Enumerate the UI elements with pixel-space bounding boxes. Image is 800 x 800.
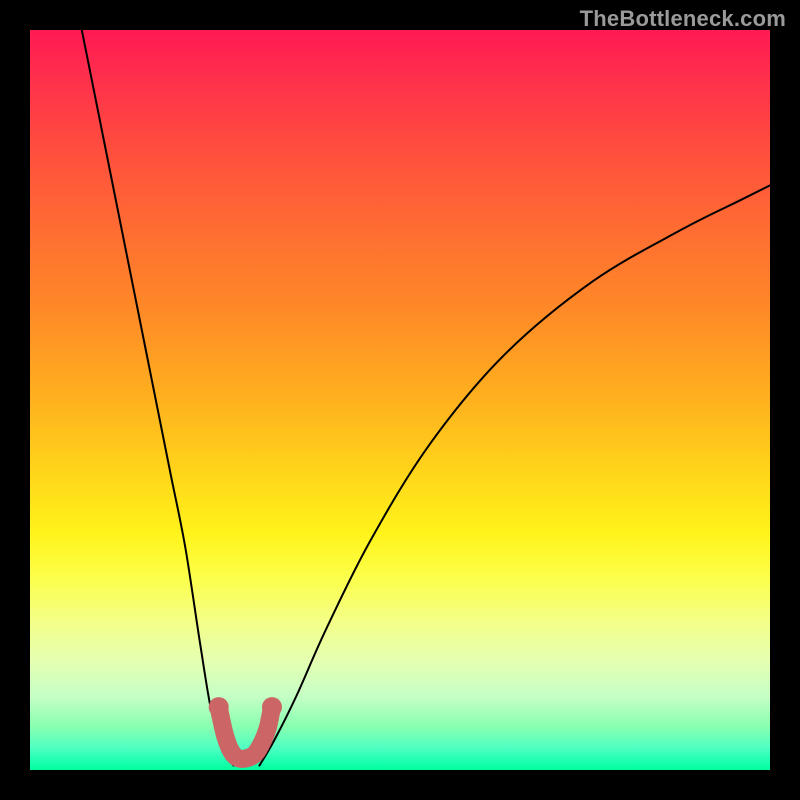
watermark-text: TheBottleneck.com (580, 6, 786, 32)
curve-left-branch (82, 30, 234, 766)
u-marker-dot-right (262, 697, 282, 717)
u-marker-dot-left (209, 697, 229, 717)
chart-frame: TheBottleneck.com (0, 0, 800, 800)
plot-area (30, 30, 770, 770)
curve-right-branch (259, 185, 770, 765)
u-marker (219, 707, 272, 759)
curves-layer (30, 30, 770, 770)
